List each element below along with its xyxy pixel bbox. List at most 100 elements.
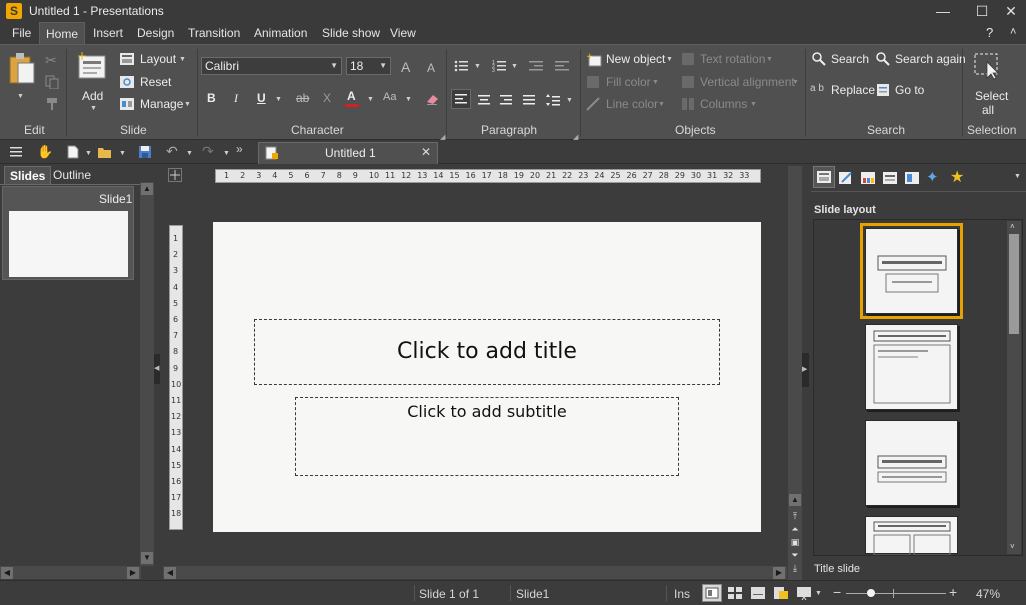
font-name-dropdown-icon[interactable]: ▼ — [330, 58, 338, 74]
vertical-alignment-dropdown-icon[interactable]: ▼ — [792, 79, 799, 86]
redo-dropdown-icon[interactable]: ▼ — [223, 150, 230, 157]
sidebar-toggle-icon[interactable] — [9, 145, 23, 159]
vertical-alignment-button[interactable]: Vertical alignment — [700, 75, 795, 89]
grow-font-button[interactable]: A — [401, 59, 410, 75]
layout-gallery-scroll-thumb[interactable] — [1009, 234, 1019, 334]
toolbar-overflow-icon[interactable]: » — [236, 142, 243, 156]
cut-icon[interactable]: ✂ — [45, 52, 59, 68]
normal-view-button[interactable] — [702, 584, 722, 602]
sidebar-fonts-icon[interactable] — [882, 170, 898, 189]
tab-outline[interactable]: Outline — [48, 166, 96, 184]
select-all-button-line2[interactable]: all — [982, 103, 994, 117]
justify-icon[interactable] — [522, 93, 536, 107]
decrease-indent-icon[interactable] — [529, 59, 543, 73]
columns-button[interactable]: Columns — [700, 97, 747, 111]
save-icon[interactable] — [138, 145, 152, 159]
redo-icon[interactable]: ↷ — [202, 143, 214, 160]
collapse-left-panel-icon[interactable]: ◀ — [154, 354, 160, 384]
add-slide-button[interactable]: Add — [82, 89, 103, 103]
underline-button[interactable]: U — [257, 91, 266, 105]
zoom-percentage[interactable]: 47% — [976, 587, 1000, 601]
fill-color-button[interactable]: Fill color — [606, 75, 651, 89]
insert-mode-status[interactable]: Ins — [674, 587, 690, 601]
bullets-icon[interactable] — [454, 59, 468, 73]
underline-dropdown-icon[interactable]: ▼ — [275, 96, 282, 103]
menu-slide-show[interactable]: Slide show — [316, 22, 386, 44]
line-spacing-dropdown-icon[interactable]: ▼ — [566, 97, 573, 104]
zoom-slider[interactable] — [846, 589, 946, 598]
bullets-dropdown-icon[interactable]: ▼ — [474, 63, 481, 70]
close-tab-icon[interactable]: ✕ — [421, 145, 431, 159]
menu-animation[interactable]: Animation — [248, 22, 313, 44]
add-slide-icon[interactable]: + — [77, 49, 109, 81]
close-icon[interactable]: ✕ — [994, 0, 1026, 22]
paste-icon[interactable] — [6, 51, 36, 85]
zoom-out-button[interactable]: − — [833, 584, 841, 600]
workspace-scroll-right-icon[interactable]: ▶ — [773, 567, 785, 579]
add-slide-dropdown-icon[interactable]: ▼ — [90, 105, 97, 112]
slides-scroll-right-icon[interactable]: ▶ — [127, 567, 139, 579]
layout-thumb-title-slide[interactable] — [860, 223, 963, 319]
text-rotation-button[interactable]: Text rotation — [700, 52, 765, 66]
layout-dropdown-icon[interactable]: ▼ — [179, 56, 186, 63]
zoom-in-button[interactable]: + — [949, 584, 957, 600]
slideshow-view-icon[interactable] — [796, 586, 812, 603]
tab-slides[interactable]: Slides — [4, 166, 52, 184]
collapse-ribbon-icon[interactable]: ˄ — [1010, 26, 1016, 38]
align-center-icon[interactable] — [477, 93, 491, 107]
zoom-slider-thumb[interactable] — [866, 589, 875, 597]
italic-button[interactable]: I — [234, 91, 238, 106]
hand-tool-icon[interactable]: ✋ — [37, 144, 53, 159]
layout-thumb-title-content[interactable] — [865, 324, 958, 410]
menu-design[interactable]: Design — [131, 22, 180, 44]
view-options-dropdown-icon[interactable]: ▼ — [815, 590, 822, 597]
eraser-icon[interactable] — [425, 92, 439, 106]
workspace-scroll-up-icon[interactable]: ▲ — [789, 494, 801, 506]
format-painter-icon[interactable] — [45, 97, 59, 111]
font-size-combo[interactable]: 18 ▼ — [346, 57, 391, 75]
line-color-dropdown-icon[interactable]: ▼ — [658, 101, 665, 108]
layout-button[interactable]: Layout — [140, 52, 176, 66]
numbering-icon[interactable]: 123 — [492, 59, 506, 74]
increase-indent-icon[interactable] — [555, 59, 569, 73]
goto-button[interactable]: Go to — [895, 83, 924, 97]
numbering-dropdown-icon[interactable]: ▼ — [511, 63, 518, 70]
notes-view-icon[interactable] — [750, 586, 766, 603]
slides-scroll-up-icon[interactable]: ▲ — [141, 183, 153, 195]
slides-scroll-left-icon[interactable]: ◀ — [1, 567, 13, 579]
undo-dropdown-icon[interactable]: ▼ — [186, 150, 193, 157]
columns-dropdown-icon[interactable]: ▼ — [750, 101, 757, 108]
fill-color-dropdown-icon[interactable]: ▼ — [652, 79, 659, 86]
bold-button[interactable]: B — [207, 91, 216, 105]
slide-navigation-buttons[interactable]: ⤒ ⏶ ▣ ⏷ ⤓ — [789, 510, 801, 578]
change-case-button[interactable]: Aa — [383, 91, 396, 103]
font-color-button[interactable]: A — [347, 89, 356, 103]
layout-scroll-up-icon[interactable]: ˄ — [1010, 222, 1015, 231]
line-spacing-icon[interactable] — [546, 93, 560, 107]
layout-thumb-section-header[interactable] — [865, 420, 958, 506]
slides-scrollbar[interactable] — [140, 182, 154, 566]
sidebar-colors-icon[interactable] — [860, 170, 876, 189]
workspace-scroll-left-icon[interactable]: ◀ — [164, 567, 176, 579]
search-button[interactable]: Search — [831, 52, 869, 66]
shrink-font-button[interactable]: A — [427, 61, 435, 75]
open-dropdown-icon[interactable]: ▼ — [119, 150, 126, 157]
slides-hscrollbar[interactable] — [0, 566, 141, 579]
clear-format-button[interactable]: X — [323, 91, 331, 105]
layout-scroll-down-icon[interactable]: ˅ — [1010, 542, 1015, 551]
menu-insert[interactable]: Insert — [87, 22, 129, 44]
title-placeholder[interactable]: Click to add title — [254, 319, 720, 385]
line-color-button[interactable]: Line color — [606, 97, 658, 111]
layout-thumb-two-content[interactable] — [865, 516, 958, 556]
new-document-dropdown-icon[interactable]: ▼ — [85, 150, 92, 157]
menu-home[interactable]: Home — [39, 22, 86, 44]
minimize-icon[interactable]: — — [926, 0, 960, 22]
collapse-right-panel-icon[interactable]: ▶ — [802, 353, 809, 387]
font-color-dropdown-icon[interactable]: ▼ — [367, 96, 374, 103]
slide-sorter-view-icon[interactable] — [727, 586, 743, 603]
undo-icon[interactable]: ↶ — [166, 143, 178, 160]
sidebar-media-icon[interactable] — [904, 170, 920, 189]
sidebar-effects-icon[interactable]: ✦ — [926, 168, 939, 186]
strikethrough-button[interactable]: ab — [296, 91, 309, 105]
menu-file[interactable]: File — [6, 22, 37, 44]
